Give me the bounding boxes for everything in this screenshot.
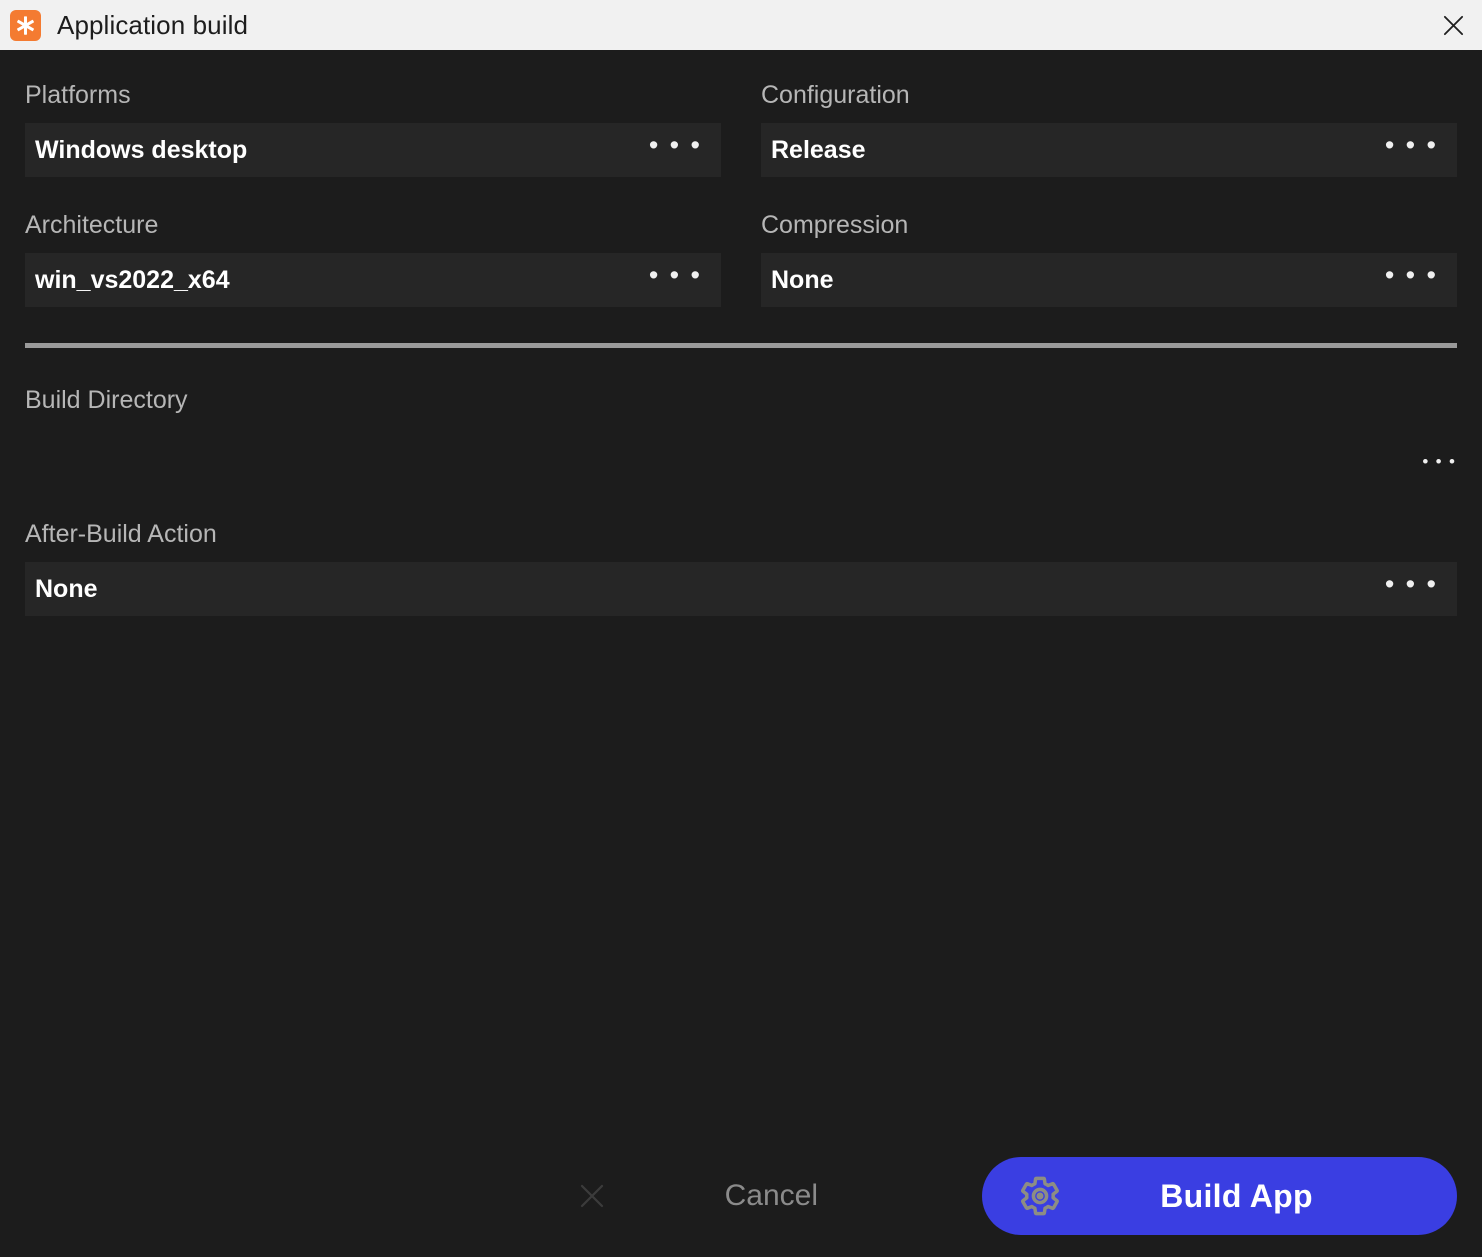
section-divider (25, 343, 1457, 348)
build-directory-input[interactable] (25, 449, 1423, 479)
architecture-more-icon[interactable]: • • • (649, 262, 703, 298)
platforms-label: Platforms (25, 81, 131, 109)
field-architecture: Architecture win_vs2022_x64 • • • (25, 177, 721, 307)
gear-icon (1018, 1174, 1062, 1218)
window-title: Application build (57, 10, 249, 40)
configuration-value: Release (771, 137, 866, 163)
after-build-action-value: None (35, 576, 98, 602)
compression-more-icon[interactable]: • • • (1385, 262, 1439, 298)
platforms-value: Windows desktop (35, 137, 248, 163)
asterisk-icon (10, 9, 41, 41)
row-platforms-configuration: Platforms Windows desktop • • • Configur… (25, 50, 1457, 177)
after-build-action-more-icon[interactable]: • • • (1385, 571, 1439, 607)
after-build-action-label: After-Build Action (25, 520, 217, 548)
build-app-button[interactable]: Build App (982, 1157, 1457, 1235)
dialog-body: Platforms Windows desktop • • • Configur… (0, 50, 1482, 1257)
field-compression: Compression None • • • (761, 177, 1457, 307)
architecture-select[interactable]: win_vs2022_x64 • • • (25, 253, 721, 307)
compression-label: Compression (761, 211, 909, 239)
titlebar: Application build (0, 0, 1482, 50)
configuration-select[interactable]: Release • • • (761, 123, 1457, 177)
build-directory-row[interactable]: • • • (25, 437, 1457, 491)
row-architecture-compression: Architecture win_vs2022_x64 • • • Compre… (25, 177, 1457, 307)
dialog-footer: Cancel Build App (0, 1145, 1482, 1257)
architecture-value: win_vs2022_x64 (35, 267, 230, 293)
platforms-more-icon[interactable]: • • • (649, 132, 703, 168)
build-directory-browse-icon[interactable]: • • • (1422, 453, 1457, 476)
compression-select[interactable]: None • • • (761, 253, 1457, 307)
dismiss-button[interactable] (557, 1166, 627, 1226)
after-build-action-select[interactable]: None • • • (25, 562, 1457, 616)
build-directory-label: Build Directory (25, 386, 188, 414)
configuration-more-icon[interactable]: • • • (1385, 132, 1439, 168)
cancel-button[interactable]: Cancel (713, 1171, 830, 1221)
configuration-label: Configuration (761, 81, 910, 109)
close-window-button[interactable] (1424, 0, 1482, 50)
field-platforms: Platforms Windows desktop • • • (25, 50, 721, 177)
field-configuration: Configuration Release • • • (761, 50, 1457, 177)
compression-value: None (771, 267, 834, 293)
field-after-build-action: After-Build Action None • • • (25, 522, 1457, 616)
field-build-directory: Build Directory • • • (25, 388, 1457, 491)
application-build-dialog: Application build Platforms Windows desk… (0, 0, 1482, 1257)
platforms-select[interactable]: Windows desktop • • • (25, 123, 721, 177)
architecture-label: Architecture (25, 211, 159, 239)
